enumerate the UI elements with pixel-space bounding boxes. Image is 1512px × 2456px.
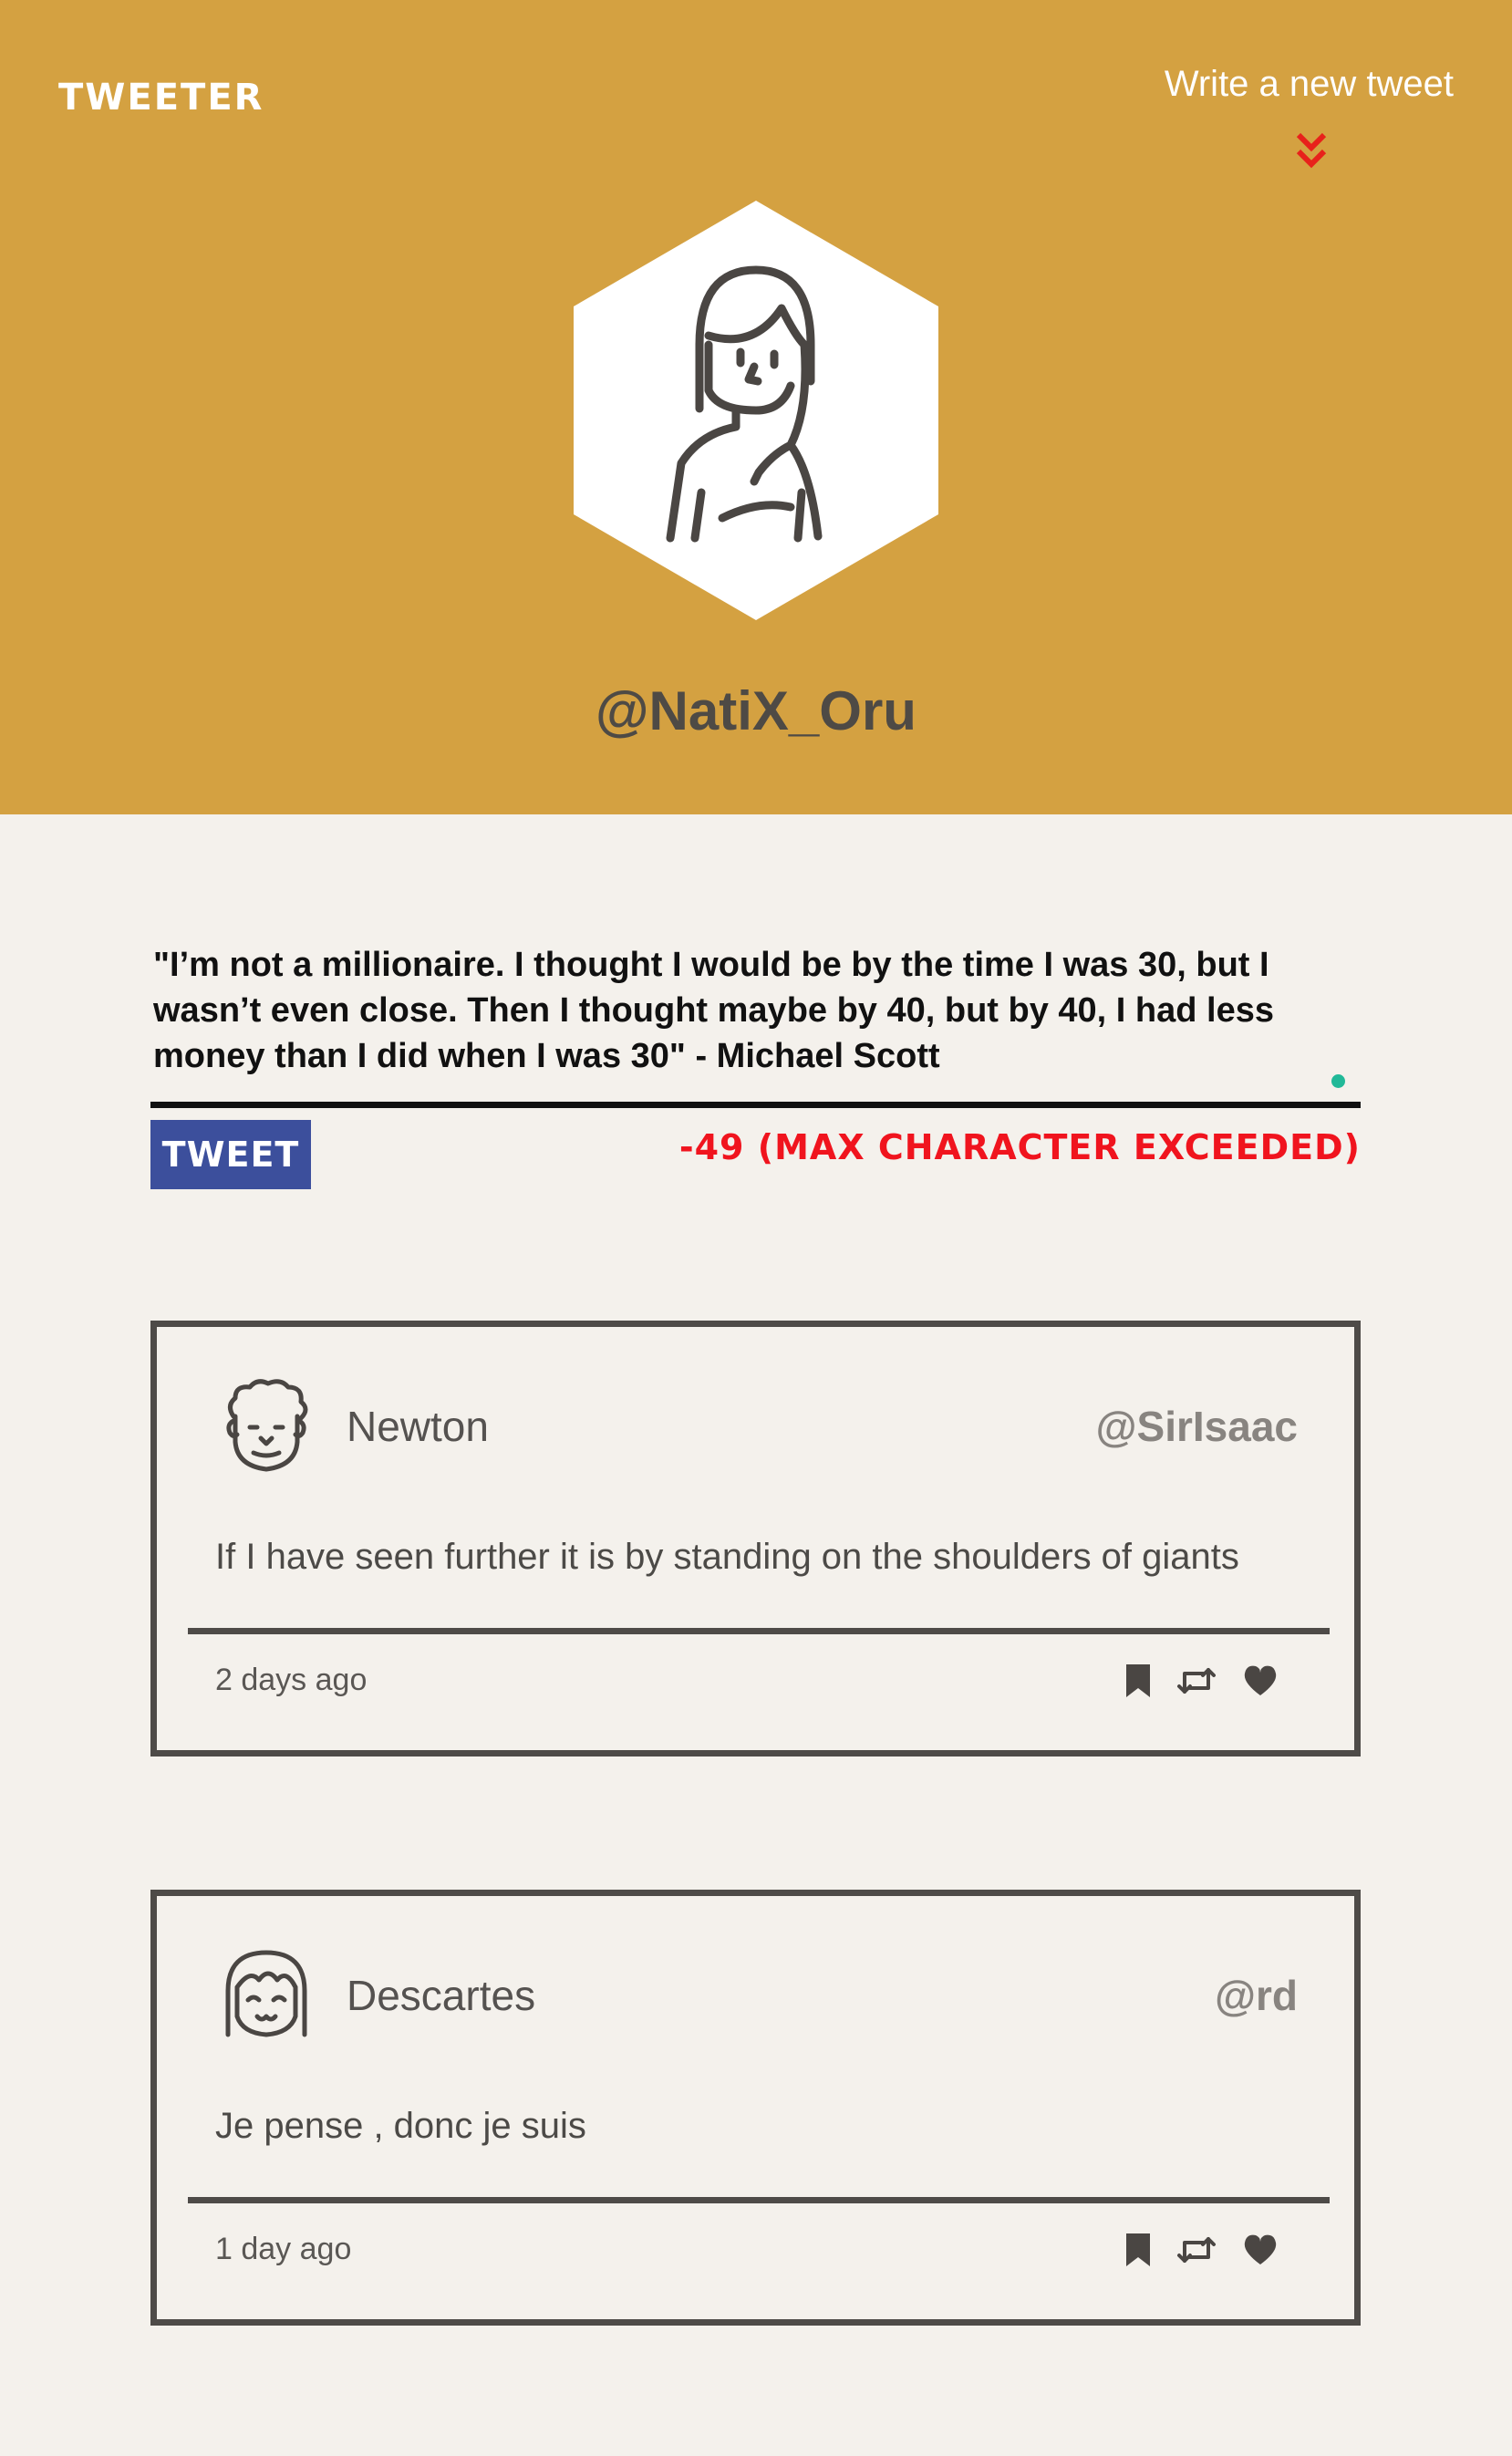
tweet-timestamp: 1 day ago — [215, 2232, 352, 2266]
double-chevron-down-icon[interactable] — [1293, 130, 1330, 171]
tweet-actions — [1124, 2232, 1298, 2272]
retweet-icon[interactable] — [1175, 2232, 1217, 2273]
heart-icon[interactable] — [1241, 1663, 1279, 1704]
tweet-composer-input[interactable]: "I’m not a millionaire. I thought I woul… — [153, 942, 1357, 1079]
app-logo[interactable]: TWEETER — [58, 77, 264, 119]
bookmark-icon[interactable] — [1124, 1663, 1152, 1704]
profile-avatar — [574, 201, 938, 620]
curly-haired-man-avatar-icon — [226, 1379, 308, 1472]
tweet-author-name: Newton — [347, 1403, 489, 1450]
bob-haired-person-avatar-icon — [225, 1950, 307, 2037]
tweet-card: Descartes @rd Je pense , donc je suis 1 … — [150, 1890, 1361, 2326]
profile-username: @NatiX_Oru — [595, 680, 917, 741]
tweet-author-name: Descartes — [347, 1972, 536, 2019]
tweet-text: If I have seen further it is by standing… — [215, 1537, 1239, 1577]
status-dot — [1331, 1074, 1345, 1088]
composer-underline — [150, 1102, 1361, 1108]
heart-icon[interactable] — [1241, 2232, 1279, 2273]
tweet-timestamp: 2 days ago — [215, 1663, 368, 1697]
tweet-author-handle[interactable]: @rd — [1215, 1971, 1298, 2020]
tweet-button[interactable]: TWEET — [150, 1120, 311, 1189]
write-new-tweet-link[interactable]: Write a new tweet — [1125, 64, 1454, 105]
tweet-actions — [1124, 1663, 1298, 1703]
retweet-icon[interactable] — [1175, 1663, 1217, 1704]
bookmark-icon[interactable] — [1124, 2232, 1152, 2273]
character-counter: -49 (MAX CHARACTER EXCEEDED) — [678, 1127, 1361, 1167]
tweet-divider — [188, 2197, 1330, 2203]
tweet-card: Newton @SirIsaac If I have seen further … — [150, 1321, 1361, 1757]
tweet-author-handle[interactable]: @SirIsaac — [1096, 1402, 1298, 1451]
tweet-text: Je pense , donc je suis — [215, 2106, 586, 2146]
profile-header: TWEETER Write a new tweet @NatiX_Oru — [0, 0, 1512, 814]
tweet-divider — [188, 1628, 1330, 1634]
